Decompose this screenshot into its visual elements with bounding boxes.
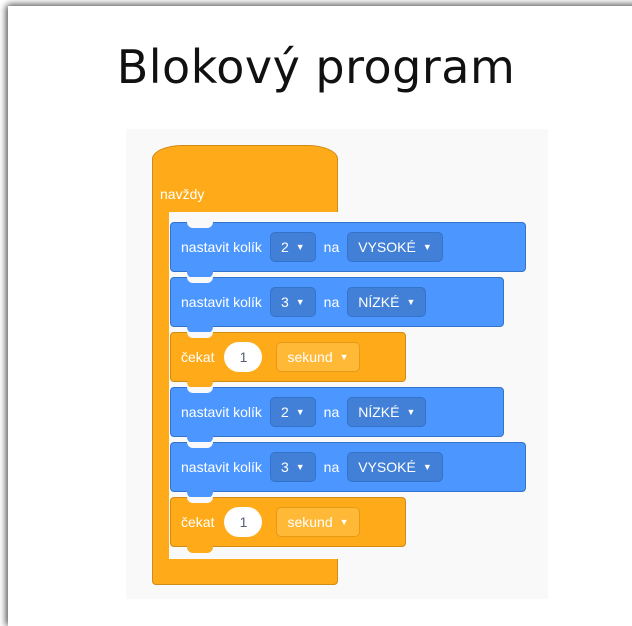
pin-value: 3 (280, 294, 289, 310)
caret-down-icon: ▼ (406, 297, 416, 307)
block-label: nastavit kolík (181, 404, 262, 420)
block-tab (187, 546, 213, 553)
pin-dropdown[interactable]: 3 ▼ (269, 452, 316, 482)
forever-label: navždy (160, 186, 205, 202)
unit-value: sekund (287, 349, 333, 365)
wait-label: čekat (181, 349, 215, 365)
caret-down-icon: ▼ (295, 297, 305, 307)
level-value: VYSOKÉ (358, 459, 416, 475)
caret-down-icon: ▼ (295, 462, 305, 472)
caret-down-icon: ▼ (339, 517, 349, 527)
wait-block[interactable]: čekat 1 sekund ▼ (170, 332, 406, 388)
block-notch (187, 332, 213, 338)
pin-dropdown[interactable]: 2 ▼ (269, 232, 316, 262)
na-label: na (323, 459, 340, 475)
block-notch (187, 277, 213, 283)
level-dropdown[interactable]: NÍZKÉ ▼ (347, 287, 427, 317)
caret-down-icon: ▼ (339, 352, 349, 362)
block-notch (187, 222, 213, 228)
na-label: na (323, 404, 340, 420)
page-title: Blokový program (116, 40, 516, 94)
seconds-input[interactable]: 1 (224, 342, 263, 372)
level-value: VYSOKÉ (358, 239, 416, 255)
level-value: NÍZKÉ (358, 404, 400, 420)
unit-dropdown[interactable]: sekund ▼ (276, 507, 360, 537)
block-label: nastavit kolík (181, 459, 262, 475)
block-label: nastavit kolík (181, 294, 262, 310)
block-notch (187, 387, 213, 393)
unit-value: sekund (287, 514, 333, 530)
pin-value: 2 (280, 239, 289, 255)
wait-block[interactable]: čekat 1 sekund ▼ (170, 497, 406, 553)
set-pin-block[interactable]: nastavit kolík 3 ▼ na NÍZKÉ ▼ (170, 277, 504, 333)
level-dropdown[interactable]: VYSOKÉ ▼ (347, 452, 443, 482)
pin-value: 3 (280, 459, 289, 475)
caret-down-icon: ▼ (422, 462, 432, 472)
block-notch (187, 442, 213, 448)
na-label: na (323, 239, 340, 255)
set-pin-block[interactable]: nastavit kolík 2 ▼ na NÍZKÉ ▼ (170, 387, 504, 443)
level-dropdown[interactable]: VYSOKÉ ▼ (347, 232, 443, 262)
block-label: nastavit kolík (181, 239, 262, 255)
pin-dropdown[interactable]: 3 ▼ (269, 287, 316, 317)
level-value: NÍZKÉ (358, 294, 400, 310)
caret-down-icon: ▼ (295, 242, 305, 252)
caret-down-icon: ▼ (406, 407, 416, 417)
level-dropdown[interactable]: NÍZKÉ ▼ (347, 397, 427, 427)
pin-dropdown[interactable]: 2 ▼ (269, 397, 316, 427)
set-pin-block[interactable]: nastavit kolík 3 ▼ na VYSOKÉ ▼ (170, 442, 526, 498)
caret-down-icon: ▼ (422, 242, 432, 252)
pin-value: 2 (280, 404, 289, 420)
caret-down-icon: ▼ (295, 407, 305, 417)
na-label: na (323, 294, 340, 310)
set-pin-block[interactable]: nastavit kolík 2 ▼ na VYSOKÉ ▼ (170, 222, 526, 278)
wait-label: čekat (181, 514, 215, 530)
block-notch (187, 497, 213, 503)
seconds-input[interactable]: 1 (224, 507, 263, 537)
unit-dropdown[interactable]: sekund ▼ (276, 342, 360, 372)
